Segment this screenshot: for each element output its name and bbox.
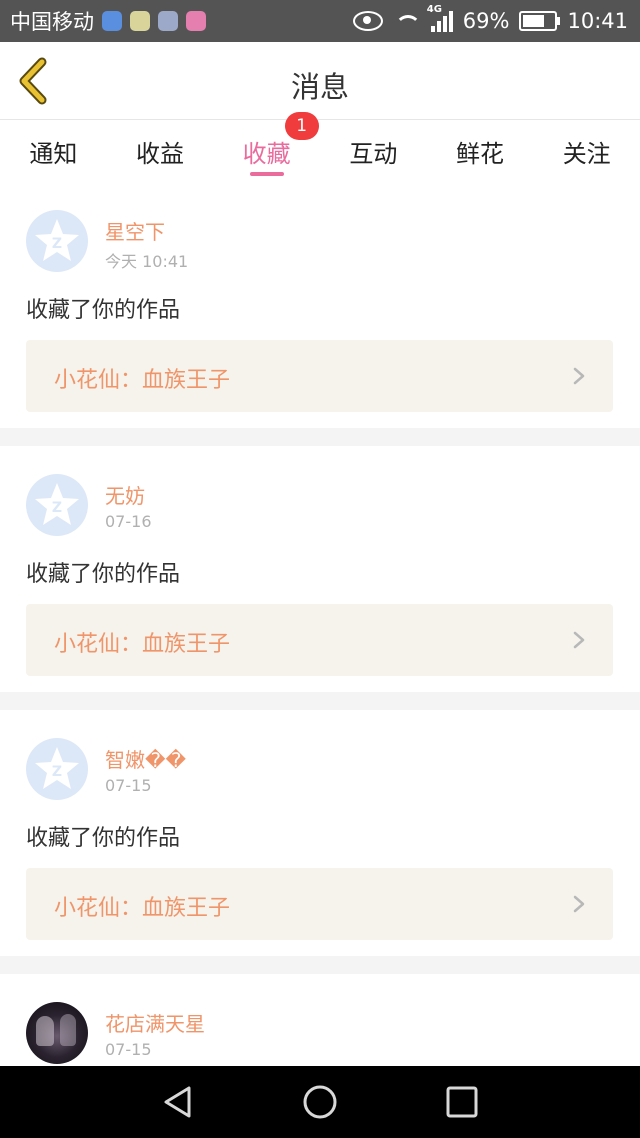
username[interactable]: 智嫩�� xyxy=(105,744,186,773)
message-text: 收藏了你的作品 xyxy=(26,826,181,851)
svg-text:Z: Z xyxy=(52,764,62,780)
username[interactable]: 星空下 xyxy=(105,216,165,245)
message-card: Z 星空下 今天 10:41 收藏了你的作品 小花仙：血族王子 xyxy=(0,182,640,428)
default-avatar-icon[interactable]: Z xyxy=(26,210,88,272)
username[interactable]: 无妨 xyxy=(105,480,145,509)
music-app-icon xyxy=(158,11,178,31)
tab-notifications[interactable]: 通知 xyxy=(0,120,107,182)
username[interactable]: 花店满天星 xyxy=(105,1008,205,1037)
message-time: 07-16 xyxy=(105,512,152,531)
chevron-right-icon xyxy=(573,367,585,385)
header: 消息 xyxy=(0,42,640,120)
message-card: Z 无妨 07-16 收藏了你的作品 小花仙：血族王子 xyxy=(0,446,640,692)
chevron-right-icon xyxy=(573,895,585,913)
tab-label: 收藏 xyxy=(242,140,291,168)
work-link[interactable]: 小花仙：血族王子 xyxy=(26,868,613,940)
work-link[interactable]: 小花仙：血族王子 xyxy=(26,604,613,676)
tab-label: 互动 xyxy=(349,140,398,168)
page-title: 消息 xyxy=(290,70,349,104)
tab-label: 收益 xyxy=(136,140,184,168)
clock: 10:41 xyxy=(567,9,628,33)
default-avatar-icon[interactable]: Z xyxy=(26,738,88,800)
message-text: 收藏了你的作品 xyxy=(26,562,181,587)
svg-text:Z: Z xyxy=(52,500,62,516)
work-title: 小花仙：血族王子 xyxy=(54,368,231,393)
chat-app-icon xyxy=(130,11,150,31)
message-card: Z 智嫩�� 07-15 收藏了你的作品 小花仙：血族王子 xyxy=(0,710,640,956)
carrier-label: 中国移动 xyxy=(10,10,94,34)
photo-avatar[interactable] xyxy=(26,1002,88,1064)
eye-icon xyxy=(352,11,383,31)
work-title: 小花仙：血族王子 xyxy=(54,632,231,657)
back-triangle-icon[interactable] xyxy=(159,1083,197,1121)
status-bar: 中国移动 4G 69% 10:41 xyxy=(0,0,640,42)
tab-label: 关注 xyxy=(562,140,611,168)
home-circle-icon[interactable] xyxy=(301,1083,339,1121)
svg-text:Z: Z xyxy=(52,236,62,252)
chevron-right-icon xyxy=(573,631,585,649)
tab-earnings[interactable]: 收益 xyxy=(107,120,214,182)
tab-label: 通知 xyxy=(29,140,78,168)
active-tab-indicator xyxy=(249,172,284,176)
unread-badge: 1 xyxy=(284,112,319,140)
battery-level-fill xyxy=(523,15,545,27)
message-card: 花店满天星 07-15 xyxy=(0,974,640,1066)
default-avatar-icon[interactable]: Z xyxy=(26,474,88,536)
message-time: 07-15 xyxy=(105,776,152,795)
recents-square-icon[interactable] xyxy=(443,1083,481,1121)
location-app-icon xyxy=(102,11,122,31)
wifi-icon xyxy=(393,11,421,31)
work-link[interactable]: 小花仙：血族王子 xyxy=(26,340,613,412)
message-time: 07-15 xyxy=(105,1040,152,1059)
game-app-icon xyxy=(186,11,206,31)
message-text: 收藏了你的作品 xyxy=(26,298,181,323)
tab-label: 鲜花 xyxy=(456,140,505,168)
system-nav-bar xyxy=(0,1066,640,1138)
tab-bar: 通知 收益 收藏 1 互动 鲜花 关注 xyxy=(0,112,640,182)
tab-favorites[interactable]: 收藏 1 xyxy=(213,112,320,182)
battery-percent: 69% xyxy=(462,9,510,33)
tab-following[interactable]: 关注 xyxy=(533,120,640,182)
tab-flowers[interactable]: 鲜花 xyxy=(427,120,534,182)
work-title: 小花仙：血族王子 xyxy=(54,896,231,921)
signal-icon: 4G xyxy=(427,4,453,32)
battery-icon xyxy=(519,11,561,31)
message-time: 今天 10:41 xyxy=(105,252,189,271)
tab-interactions[interactable]: 互动 xyxy=(320,120,427,182)
network-type-label: 4G xyxy=(426,4,442,15)
